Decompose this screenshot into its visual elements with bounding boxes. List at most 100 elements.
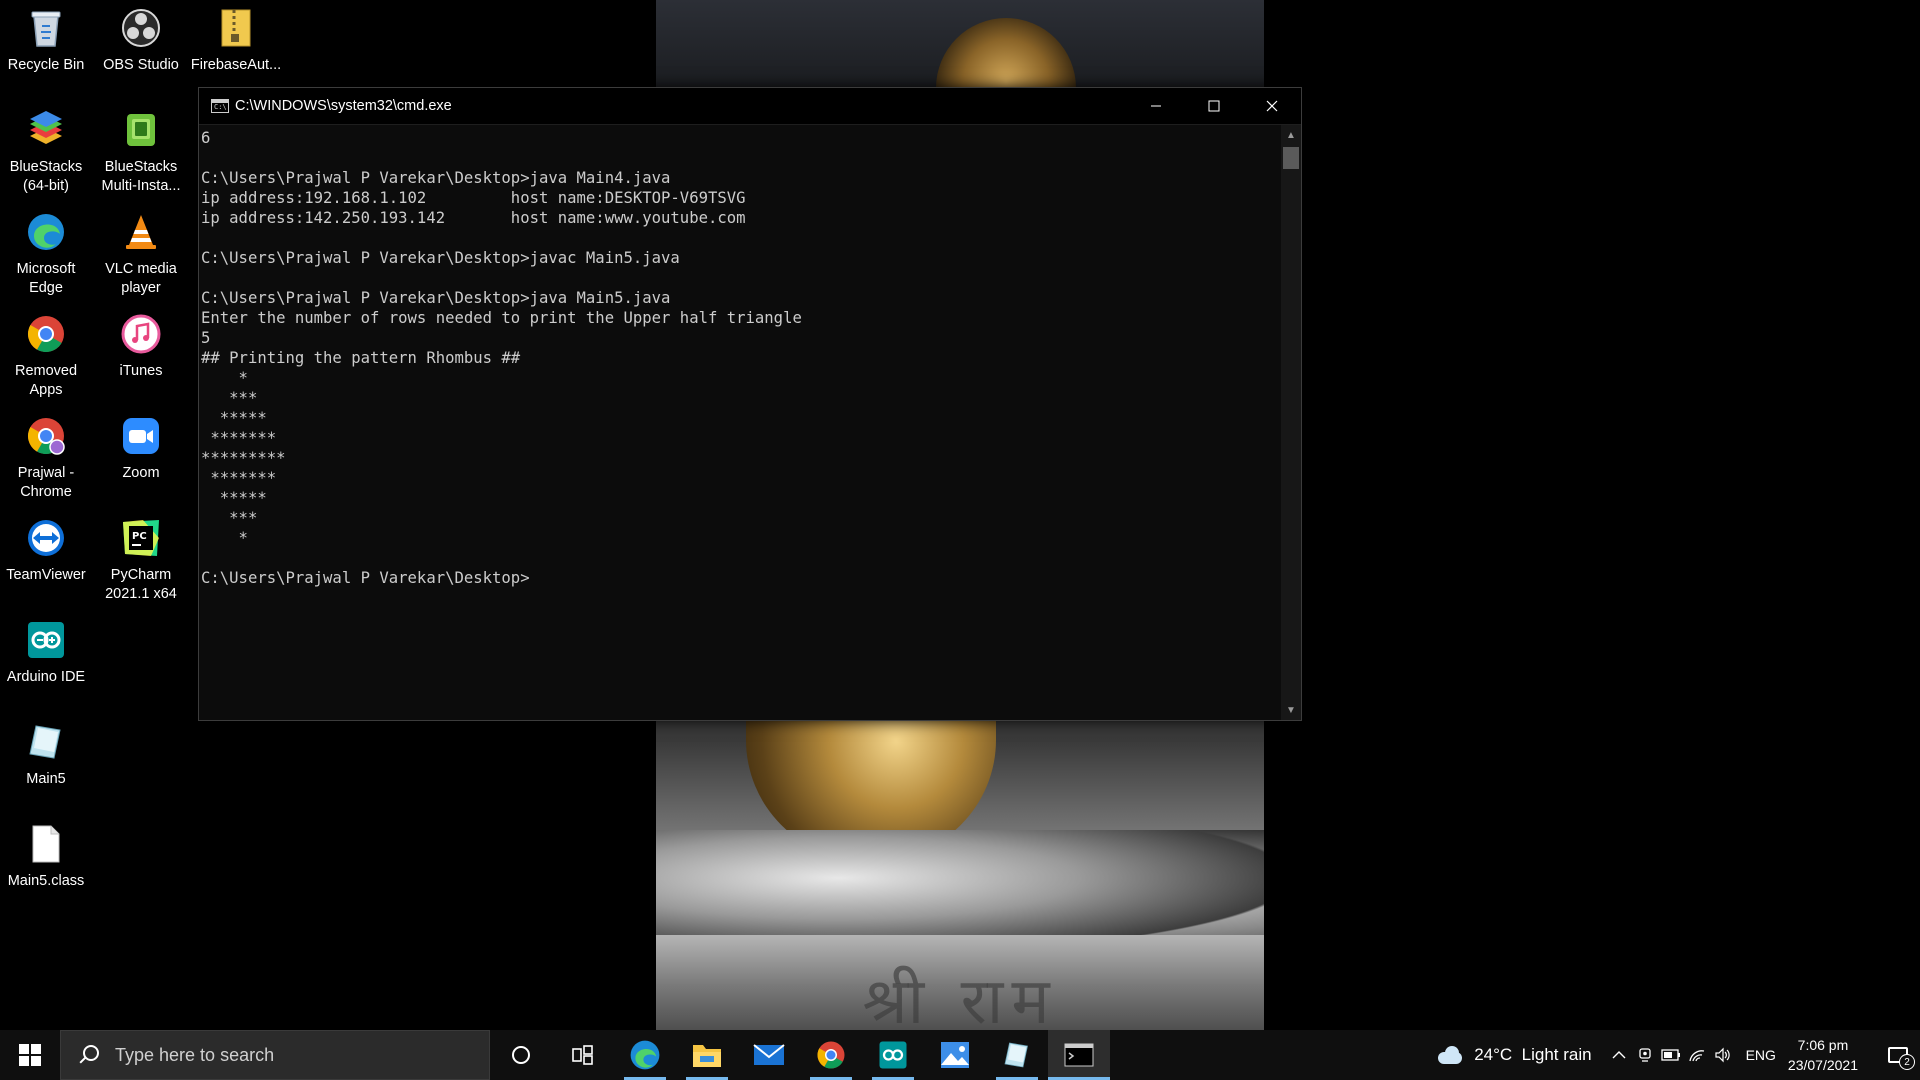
minimize-icon xyxy=(1151,105,1161,107)
desktop-icon-prajwal-chrome[interactable]: Prajwal - Chrome xyxy=(0,414,92,502)
show-hidden-icons-button[interactable] xyxy=(1606,1030,1632,1080)
console-line: ip address:192.168.1.102 host name:DESKT… xyxy=(201,189,746,207)
cmd-icon xyxy=(1064,1043,1094,1067)
scroll-down-arrow-icon[interactable]: ▼ xyxy=(1281,700,1301,720)
clock[interactable]: 7:06 pm 23/07/2021 xyxy=(1788,1035,1858,1075)
maximize-button[interactable] xyxy=(1185,88,1243,124)
scroll-up-arrow-icon[interactable]: ▲ xyxy=(1281,125,1301,145)
desktop-icon-label: FirebaseAut... xyxy=(190,57,282,73)
desktop-icon-label: TeamViewer xyxy=(6,567,86,583)
desktop-icon-label: Main5 xyxy=(26,771,66,787)
close-button[interactable] xyxy=(1243,88,1301,124)
cmd-output[interactable]: 6 C:\Users\Prajwal P Varekar\Desktop>java… xyxy=(199,125,1283,720)
battery-icon xyxy=(1660,1049,1680,1061)
language-indicator[interactable]: ENG xyxy=(1746,1047,1776,1063)
console-line: C:\Users\Prajwal P Varekar\Desktop>javac… xyxy=(201,249,680,267)
bluestacks-multi-instance-icon xyxy=(119,108,163,152)
taskbar-cmd[interactable] xyxy=(1048,1030,1110,1080)
console-line: ip address:142.250.193.142 host name:www… xyxy=(201,209,746,227)
desktop-icon-pycharm[interactable]: PC PyCharm 2021.1 x64 xyxy=(95,516,187,604)
svg-text:PC: PC xyxy=(132,531,147,542)
desktop-icon-label: Main5.class xyxy=(7,873,85,889)
desktop-icon-itunes[interactable]: iTunes xyxy=(95,312,187,381)
taskbar-file-explorer[interactable] xyxy=(676,1030,738,1080)
action-center-button[interactable]: 2 xyxy=(1876,1030,1920,1080)
desktop-icon-zoom[interactable]: Zoom xyxy=(95,414,187,483)
desktop-icon-recycle-bin[interactable]: Recycle Bin xyxy=(0,6,92,75)
volume-button[interactable] xyxy=(1710,1030,1736,1080)
start-button[interactable] xyxy=(0,1030,60,1080)
blank-file-icon xyxy=(24,822,68,866)
taskbar-edge[interactable] xyxy=(614,1030,676,1080)
search-icon xyxy=(75,1042,101,1068)
console-line: ********* xyxy=(201,449,286,467)
cortana-button[interactable] xyxy=(490,1030,552,1080)
cmd-window[interactable]: C:\WINDOWS\system32\cmd.exe 6 C:\Users\Pr… xyxy=(198,87,1302,721)
network-button[interactable] xyxy=(1684,1030,1710,1080)
cmd-icon xyxy=(211,99,229,113)
desktop-icon-label: OBS Studio xyxy=(103,57,179,73)
console-line: C:\Users\Prajwal P Varekar\Desktop>java … xyxy=(201,169,671,187)
taskbar-mail[interactable] xyxy=(738,1030,800,1080)
taskbar-arduino[interactable] xyxy=(862,1030,924,1080)
edge-icon xyxy=(630,1040,660,1070)
desktop-icon-label: Zoom xyxy=(122,465,160,481)
cmd-window-title: C:\WINDOWS\system32\cmd.exe xyxy=(235,98,452,114)
chrome-icon xyxy=(24,312,68,356)
meet-now-button[interactable] xyxy=(1632,1030,1658,1080)
cmd-titlebar[interactable]: C:\WINDOWS\system32\cmd.exe xyxy=(199,88,1301,125)
bluestacks-icon xyxy=(24,108,68,152)
console-line: *** xyxy=(201,389,258,407)
vlc-cone-icon xyxy=(119,210,163,254)
speaker-icon xyxy=(1714,1047,1730,1063)
java-source-file-icon xyxy=(24,720,68,764)
search-placeholder: Type here to search xyxy=(115,1044,275,1065)
taskbar-java-file[interactable] xyxy=(986,1030,1048,1080)
clock-time: 7:06 pm xyxy=(1797,1037,1849,1053)
scrollbar-thumb[interactable] xyxy=(1283,147,1299,169)
console-line: ***** xyxy=(201,489,267,507)
desktop-icon-vlc[interactable]: VLC media player xyxy=(95,210,187,298)
minimize-button[interactable] xyxy=(1127,88,1185,124)
desktop-icon-bluestacks[interactable]: BlueStacks (64-bit) xyxy=(0,108,92,196)
file-explorer-icon xyxy=(693,1045,721,1067)
desktop-icon-firebase-zip[interactable]: FirebaseAut... xyxy=(190,6,282,75)
console-line: ******* xyxy=(201,469,277,487)
cmd-scrollbar[interactable]: ▲ ▼ xyxy=(1281,125,1301,720)
console-line: ## Printing the pattern Rhombus ## xyxy=(201,349,521,367)
wallpaper-carved-text: श्री राम xyxy=(862,965,1058,1030)
desktop-icon-label: Recycle Bin xyxy=(7,57,85,73)
desktop-icon-main5[interactable]: Main5 xyxy=(0,720,92,789)
desktop-icon-label: iTunes xyxy=(119,363,163,379)
task-view-button[interactable] xyxy=(552,1030,614,1080)
taskbar-photos[interactable] xyxy=(924,1030,986,1080)
taskbar-chrome[interactable] xyxy=(800,1030,862,1080)
desktop-icon-removed-apps[interactable]: Removed Apps xyxy=(0,312,92,400)
console-line: C:\Users\Prajwal P Varekar\Desktop>java … xyxy=(201,289,671,307)
desktop-icon-label: Prajwal - Chrome xyxy=(17,465,75,500)
itunes-icon xyxy=(119,312,163,356)
wallpaper-splash xyxy=(656,830,1264,950)
arduino-icon xyxy=(24,618,68,662)
recycle-bin-icon xyxy=(24,6,68,50)
weather-widget[interactable]: 24°C Light rain xyxy=(1436,1045,1592,1065)
obs-studio-icon xyxy=(119,6,163,50)
task-view-icon xyxy=(572,1045,593,1065)
console-line: *** xyxy=(201,509,258,527)
desktop-icon-teamviewer[interactable]: TeamViewer xyxy=(0,516,92,585)
desktop-icon-microsoft-edge[interactable]: Microsoft Edge xyxy=(0,210,92,298)
system-tray: 24°C Light rain ENG 7:06 pm 23/07/2021 2 xyxy=(1436,1030,1920,1080)
battery-button[interactable] xyxy=(1658,1030,1684,1080)
desktop-icon-label: BlueStacks Multi-Insta... xyxy=(101,159,181,194)
desktop-icon-arduino-ide[interactable]: Arduino IDE xyxy=(0,618,92,687)
taskbar-search-box[interactable]: Type here to search xyxy=(60,1030,490,1080)
desktop-icon-bluestacks-multi[interactable]: BlueStacks Multi-Insta... xyxy=(95,108,187,196)
desktop-icon-main5-class[interactable]: Main5.class xyxy=(0,822,92,891)
desktop-icon-label: PyCharm 2021.1 x64 xyxy=(105,567,177,602)
clock-date: 23/07/2021 xyxy=(1787,1057,1858,1073)
desktop-icon-obs-studio[interactable]: OBS Studio xyxy=(95,6,187,75)
